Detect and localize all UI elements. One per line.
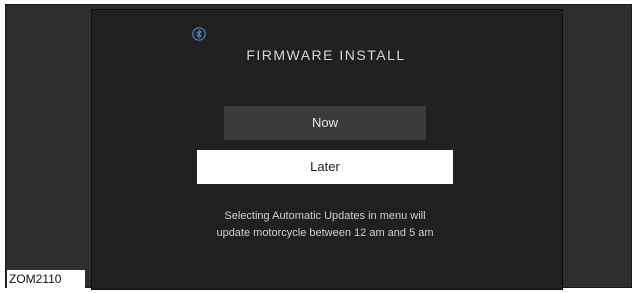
bluetooth-icon: [192, 27, 206, 41]
install-now-button[interactable]: Now: [224, 106, 426, 140]
figure-label: ZOM2110: [7, 270, 85, 289]
info-line-1: Selecting Automatic Updates in menu will: [224, 210, 426, 222]
install-later-button[interactable]: Later: [197, 150, 453, 184]
info-line-2: update motorcycle between 12 am and 5 am: [216, 227, 434, 239]
auto-update-info: Selecting Automatic Updates in menu will…: [170, 208, 480, 242]
page-title: FIRMWARE INSTALL: [246, 47, 406, 63]
